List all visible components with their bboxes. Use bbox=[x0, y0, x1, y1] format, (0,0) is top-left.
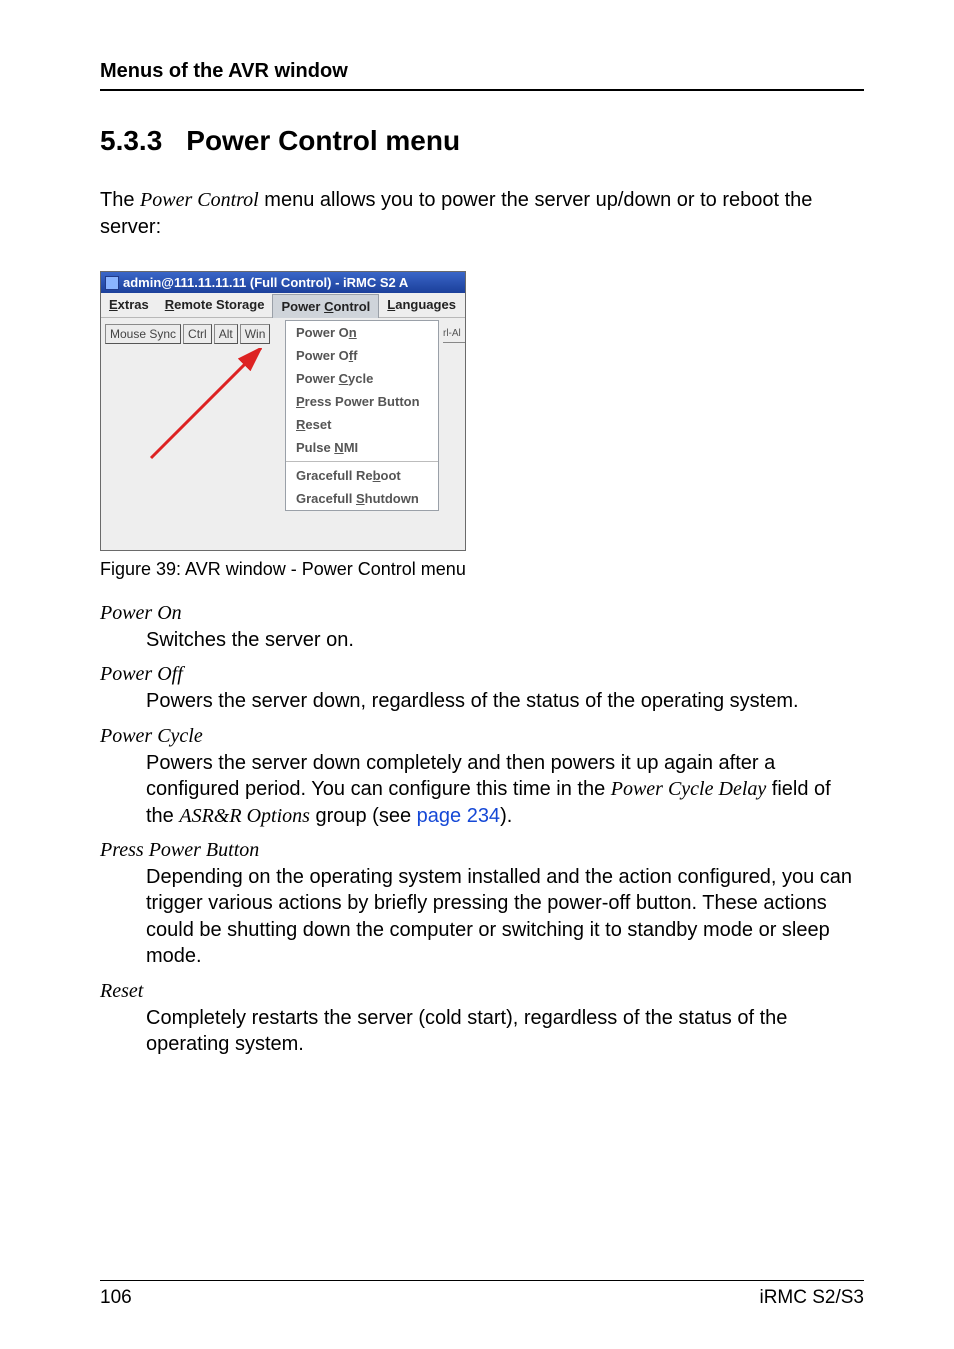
right-edge-sliver: rl-Al bbox=[443, 318, 465, 343]
link-page-234[interactable]: page 234 bbox=[417, 805, 500, 827]
menu-extras-rest: xtras bbox=[118, 297, 149, 312]
menu-remote-u: R bbox=[165, 297, 174, 312]
dd-gracefull-shutdown[interactable]: Gracefull Shutdown bbox=[286, 487, 438, 510]
menu-extras[interactable]: Extras bbox=[101, 293, 157, 317]
toolbar-left: Mouse SyncCtrlAltWin bbox=[101, 318, 285, 550]
desc-power-on: Switches the server on. bbox=[146, 627, 864, 653]
section-number: 5.3.3 bbox=[100, 125, 162, 156]
alt-button[interactable]: Alt bbox=[214, 324, 238, 344]
ctrl-button[interactable]: Ctrl bbox=[183, 324, 212, 344]
dd-on-pre: Power O bbox=[296, 325, 349, 340]
right-sliver-text: rl-Al bbox=[443, 328, 461, 339]
menu-remote-storage[interactable]: Remote Storage bbox=[157, 293, 273, 317]
menu-power-pre: Power bbox=[281, 299, 324, 314]
mouse-sync-button[interactable]: Mouse Sync bbox=[105, 324, 181, 344]
dd-pulse-nmi[interactable]: Pulse NMI bbox=[286, 436, 438, 459]
intro-em: Power Control bbox=[140, 189, 259, 211]
pc-p4: ). bbox=[500, 805, 512, 827]
intro-paragraph: The Power Control menu allows you to pow… bbox=[100, 187, 864, 241]
dd-nmi-u: N bbox=[334, 440, 343, 455]
dd-press-post: ress Power Button bbox=[305, 394, 420, 409]
dd-cycle-post: ycle bbox=[348, 371, 373, 386]
dd-off-pre: Power O bbox=[296, 348, 349, 363]
menubar: Extras Remote Storage Power Control Lang… bbox=[101, 293, 465, 318]
avr-window-figure: admin@111.11.11.11 (Full Control) - iRMC… bbox=[100, 271, 466, 551]
dd-power-on[interactable]: Power On bbox=[286, 321, 438, 344]
dd-nmi-pre: Pulse bbox=[296, 440, 334, 455]
dd-greb-u: b bbox=[373, 468, 381, 483]
product-name: iRMC S2/S3 bbox=[759, 1287, 864, 1309]
dd-on-u: n bbox=[349, 325, 357, 340]
term-power-off: Power Off bbox=[100, 663, 864, 686]
desc-press-power-button: Depending on the operating system instal… bbox=[146, 864, 864, 970]
menu-remote-rest: emote Storage bbox=[174, 297, 264, 312]
win-button[interactable]: Win bbox=[240, 324, 271, 344]
running-head: Menus of the AVR window bbox=[100, 60, 864, 91]
figure-caption: Figure 39: AVR window - Power Control me… bbox=[100, 559, 864, 580]
pc-em2: ASR&R Options bbox=[179, 805, 310, 827]
menu-languages[interactable]: Languages bbox=[379, 293, 464, 317]
section-heading: 5.3.3 Power Control menu bbox=[100, 125, 864, 157]
dd-greb-post: oot bbox=[381, 468, 401, 483]
dd-gracefull-reboot[interactable]: Gracefull Reboot bbox=[286, 464, 438, 487]
red-arrow-annotation bbox=[141, 348, 291, 488]
dd-power-cycle[interactable]: Power Cycle bbox=[286, 367, 438, 390]
dd-reset-u: R bbox=[296, 417, 305, 432]
page-footer: 106 iRMC S2/S3 bbox=[100, 1280, 864, 1309]
dd-press-power-button[interactable]: Press Power Button bbox=[286, 390, 438, 413]
definition-list: Power On Switches the server on. Power O… bbox=[100, 602, 864, 1057]
term-press-power-button: Press Power Button bbox=[100, 839, 864, 862]
page: Menus of the AVR window 5.3.3 Power Contr… bbox=[0, 0, 954, 1349]
dd-reset[interactable]: Reset bbox=[286, 413, 438, 436]
dd-press-u: P bbox=[296, 394, 305, 409]
dropdown-separator bbox=[286, 461, 438, 462]
dd-reset-post: eset bbox=[305, 417, 331, 432]
dd-power-off[interactable]: Power Off bbox=[286, 344, 438, 367]
term-power-cycle: Power Cycle bbox=[100, 725, 864, 748]
power-control-dropdown: Power On Power Off Power Cycle Press Pow… bbox=[285, 320, 439, 511]
dd-nmi-post: MI bbox=[344, 440, 358, 455]
pc-em1: Power Cycle Delay bbox=[611, 778, 767, 800]
dd-gshut-pre: Gracefull bbox=[296, 491, 356, 506]
dd-greb-pre: Gracefull Re bbox=[296, 468, 373, 483]
app-icon bbox=[105, 276, 119, 290]
pc-p3: group (see bbox=[310, 805, 417, 827]
window-title: admin@111.11.11.11 (Full Control) - iRMC… bbox=[123, 275, 408, 290]
dd-off-post: f bbox=[353, 348, 357, 363]
menu-power-post: ontrol bbox=[333, 299, 370, 314]
section-title-text: Power Control menu bbox=[186, 125, 460, 156]
menu-extras-u: E bbox=[109, 297, 118, 312]
menu-power-control[interactable]: Power Control bbox=[272, 294, 379, 318]
desc-reset: Completely restarts the server (cold sta… bbox=[146, 1005, 864, 1058]
toolbar-row: Mouse SyncCtrlAltWin Power On Power Off … bbox=[101, 318, 465, 550]
term-reset: Reset bbox=[100, 980, 864, 1003]
dd-gshut-post: hutdown bbox=[365, 491, 419, 506]
term-power-on: Power On bbox=[100, 602, 864, 625]
page-number: 106 bbox=[100, 1287, 132, 1309]
dd-cycle-pre: Power bbox=[296, 371, 339, 386]
dd-gshut-u: S bbox=[356, 491, 365, 506]
desc-power-cycle: Powers the server down completely and th… bbox=[146, 750, 864, 829]
desc-power-off: Powers the server down, regardless of th… bbox=[146, 688, 864, 714]
dd-cycle-u: C bbox=[339, 371, 348, 386]
intro-pre: The bbox=[100, 189, 140, 211]
window-titlebar: admin@111.11.11.11 (Full Control) - iRMC… bbox=[101, 272, 465, 293]
menu-lang-rest: anguages bbox=[395, 297, 456, 312]
